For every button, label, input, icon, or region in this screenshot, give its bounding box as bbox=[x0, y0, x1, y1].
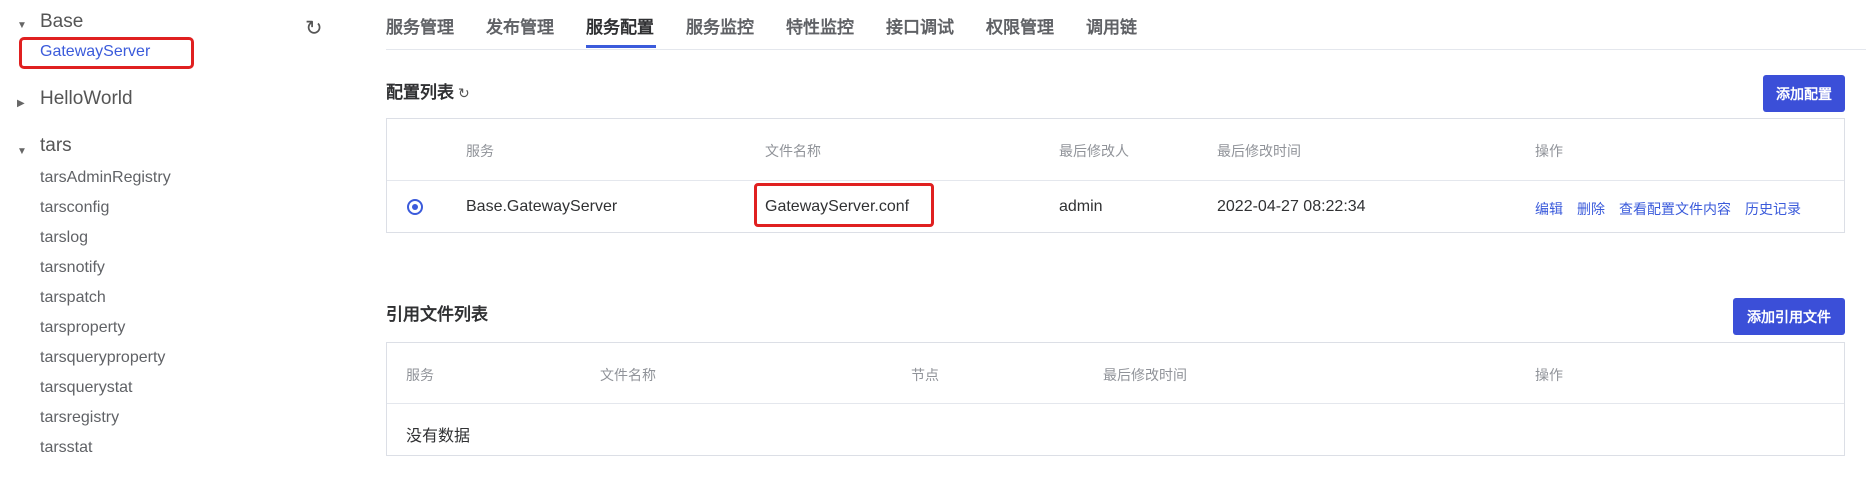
config-table: 服务 文件名称 最后修改人 最后修改时间 操作 Base.GatewayServ… bbox=[386, 118, 1845, 233]
column-header: 操作 bbox=[1535, 143, 1563, 159]
column-header: 服务 bbox=[466, 143, 494, 159]
column-header: 文件名称 bbox=[600, 367, 656, 383]
add-ref-file-button[interactable]: 添加引用文件 bbox=[1733, 298, 1845, 335]
column-header: 服务 bbox=[406, 367, 434, 383]
edit-link[interactable]: 编辑 bbox=[1535, 199, 1563, 219]
refresh-icon[interactable]: ↻ bbox=[458, 85, 470, 101]
cell-time: 2022-04-27 08:22:34 bbox=[1217, 198, 1366, 215]
tree-item-gatewayserver[interactable]: GatewayServer bbox=[40, 43, 150, 61]
tab-feature-monitor[interactable]: 特性监控 bbox=[786, 13, 854, 38]
tree-item[interactable]: tarsconfig bbox=[40, 199, 109, 217]
service-tree: ▼ Base GatewayServer ▶ HelloWorld ▼ tars… bbox=[0, 0, 300, 496]
tree-group-helloworld[interactable]: HelloWorld bbox=[40, 88, 133, 110]
caret-right-icon[interactable]: ▶ bbox=[17, 98, 25, 109]
tab-service-management[interactable]: 服务管理 bbox=[386, 13, 454, 38]
cell-file: GatewayServer.conf bbox=[765, 198, 910, 215]
tab-trace[interactable]: 调用链 bbox=[1086, 13, 1137, 38]
row-radio[interactable] bbox=[407, 199, 423, 215]
tree-item[interactable]: tarsregistry bbox=[40, 409, 119, 427]
tab-api-debug[interactable]: 接口调试 bbox=[886, 13, 954, 38]
config-list-title: 配置列表 ↻ bbox=[386, 78, 470, 103]
column-header: 节点 bbox=[911, 367, 939, 383]
tree-item[interactable]: tarsqueryproperty bbox=[40, 349, 165, 367]
column-header: 最后修改人 bbox=[1059, 143, 1129, 159]
config-list-title-text: 配置列表 bbox=[386, 83, 454, 102]
column-header: 最后修改时间 bbox=[1217, 143, 1301, 159]
cell-modifier: admin bbox=[1059, 198, 1103, 215]
cell-service: Base.GatewayServer bbox=[466, 198, 618, 215]
tab-service-config[interactable]: 服务配置 bbox=[586, 13, 654, 38]
history-link[interactable]: 历史记录 bbox=[1745, 199, 1801, 219]
column-header: 最后修改时间 bbox=[1103, 367, 1187, 383]
tree-item[interactable]: tarsAdminRegistry bbox=[40, 169, 171, 187]
empty-state-text: 没有数据 bbox=[406, 428, 471, 445]
tab-permission[interactable]: 权限管理 bbox=[986, 13, 1054, 38]
tree-item[interactable]: tarspatch bbox=[40, 289, 106, 307]
active-tab-indicator bbox=[586, 45, 656, 48]
tab-service-monitor[interactable]: 服务监控 bbox=[686, 13, 754, 38]
delete-link[interactable]: 删除 bbox=[1577, 199, 1605, 219]
tree-item[interactable]: tarsstat bbox=[40, 439, 92, 457]
tree-item[interactable]: tarsquerystat bbox=[40, 379, 132, 397]
ref-list-title: 引用文件列表 bbox=[386, 305, 488, 324]
column-header: 文件名称 bbox=[765, 143, 821, 159]
view-config-link[interactable]: 查看配置文件内容 bbox=[1619, 199, 1731, 219]
tab-bar: 服务管理 发布管理 服务配置 服务监控 特性监控 接口调试 权限管理 调用链 bbox=[386, 0, 1866, 50]
tree-item[interactable]: tarsnotify bbox=[40, 259, 105, 277]
caret-down-icon[interactable]: ▼ bbox=[17, 20, 27, 31]
caret-down-icon[interactable]: ▼ bbox=[17, 146, 27, 157]
row-divider bbox=[387, 180, 1844, 181]
ref-table: 服务 文件名称 节点 最后修改时间 操作 没有数据 bbox=[386, 342, 1845, 456]
tree-group-tars[interactable]: tars bbox=[40, 135, 72, 157]
add-config-button[interactable]: 添加配置 bbox=[1763, 75, 1845, 112]
tree-group-base[interactable]: Base bbox=[40, 11, 83, 33]
refresh-icon[interactable]: ↻ bbox=[305, 16, 323, 41]
tab-release-management[interactable]: 发布管理 bbox=[486, 13, 554, 38]
column-header: 操作 bbox=[1535, 367, 1563, 383]
row-divider bbox=[387, 403, 1844, 404]
tree-item[interactable]: tarslog bbox=[40, 229, 88, 247]
tree-item[interactable]: tarsproperty bbox=[40, 319, 125, 337]
